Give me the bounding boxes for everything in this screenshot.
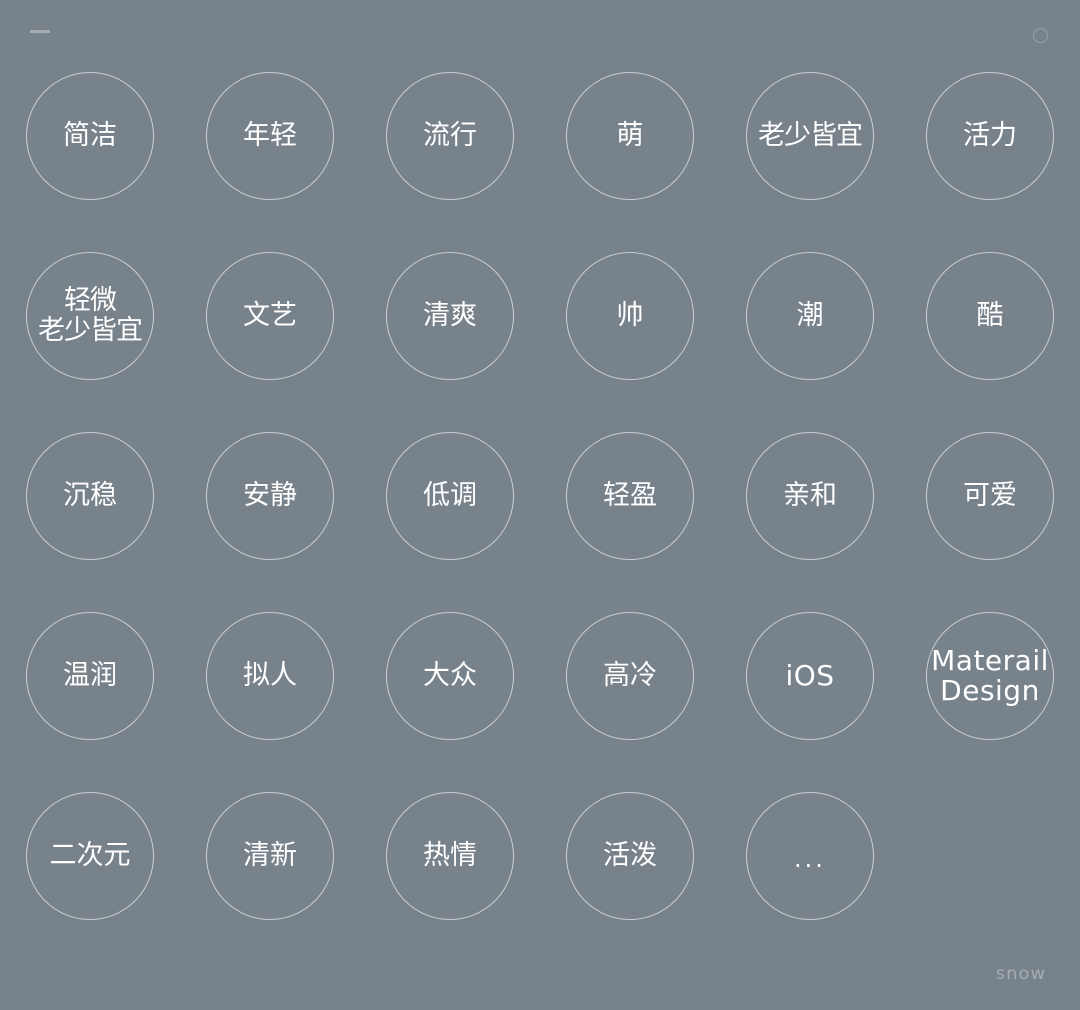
tag-label: 低调 xyxy=(423,480,477,511)
tag-label: 亲和 xyxy=(783,480,837,511)
tag-label: 沉稳 xyxy=(63,480,117,511)
tag-label: 轻微 老少皆宜 xyxy=(38,285,143,346)
tag-label: 可爱 xyxy=(963,480,1017,511)
tag-button-laoshaojieyi[interactable]: 老少皆宜 xyxy=(746,72,874,200)
tag-label: iOS xyxy=(785,659,835,692)
tag-button-ku[interactable]: 酷 xyxy=(926,252,1054,380)
tag-button-dazhong[interactable]: 大众 xyxy=(386,612,514,740)
tag-button-anjing[interactable]: 安静 xyxy=(206,432,334,560)
tag-label: 活泼 xyxy=(603,840,657,871)
tag-button-shuai[interactable]: 帅 xyxy=(566,252,694,380)
brand-watermark: snow xyxy=(995,964,1047,984)
tag-button-wenrun[interactable]: 温润 xyxy=(26,612,154,740)
tag-button-gaoleng[interactable]: 高冷 xyxy=(566,612,694,740)
tag-button-wenyi[interactable]: 文艺 xyxy=(206,252,334,380)
tag-button-chao[interactable]: 潮 xyxy=(746,252,874,380)
tag-button-erciyuan[interactable]: 二次元 xyxy=(26,792,154,920)
tag-button-liuxing[interactable]: 流行 xyxy=(386,72,514,200)
tag-label: 老少皆宜 xyxy=(758,120,863,151)
tag-button-nianqing[interactable]: 年轻 xyxy=(206,72,334,200)
tag-label: 清爽 xyxy=(423,300,477,331)
tag-button-keai[interactable]: 可爱 xyxy=(926,432,1054,560)
tag-button-niren[interactable]: 拟人 xyxy=(206,612,334,740)
tag-button-reqing[interactable]: 热情 xyxy=(386,792,514,920)
tag-button-qingxin[interactable]: 清新 xyxy=(206,792,334,920)
tag-label: 活力 xyxy=(963,120,1017,151)
tag-label: 拟人 xyxy=(243,660,297,691)
tag-button-huopo[interactable]: 活泼 xyxy=(566,792,694,920)
tag-label: 温润 xyxy=(63,660,117,691)
tag-label: 轻盈 xyxy=(603,480,657,511)
tag-label: 高冷 xyxy=(603,660,657,691)
tag-label: 清新 xyxy=(243,840,297,871)
tag-button-qingshuang[interactable]: 清爽 xyxy=(386,252,514,380)
tag-button-material-design[interactable]: Materail Design xyxy=(926,612,1054,740)
tag-button-huoli[interactable]: 活力 xyxy=(926,72,1054,200)
tag-label: 年轻 xyxy=(243,120,297,151)
tag-label: 潮 xyxy=(796,300,824,331)
tag-label: Materail Design xyxy=(931,644,1049,707)
tag-button-qingying[interactable]: 轻盈 xyxy=(566,432,694,560)
tag-label: 文艺 xyxy=(243,300,297,331)
tag-button-qinhe[interactable]: 亲和 xyxy=(746,432,874,560)
more-button[interactable]: ... xyxy=(746,792,874,920)
tag-button-didiao[interactable]: 低调 xyxy=(386,432,514,560)
tag-label: 安静 xyxy=(243,480,297,511)
tag-label: 二次元 xyxy=(49,840,131,871)
tag-button-meng[interactable]: 萌 xyxy=(566,72,694,200)
tag-label: 流行 xyxy=(423,120,477,151)
tag-label: 热情 xyxy=(423,840,477,871)
tag-label: 帅 xyxy=(616,300,644,331)
tag-button-chenwen[interactable]: 沉稳 xyxy=(26,432,154,560)
tag-label: 萌 xyxy=(616,120,644,151)
more-icon: ... xyxy=(794,845,826,873)
tag-label: 简洁 xyxy=(63,120,117,151)
minimize-icon[interactable] xyxy=(30,30,50,33)
tag-label: 大众 xyxy=(423,660,477,691)
circle-outline-icon[interactable] xyxy=(1033,28,1048,43)
tag-button-ios[interactable]: iOS xyxy=(746,612,874,740)
tag-button-qingwei-laoshaojieyi[interactable]: 轻微 老少皆宜 xyxy=(26,252,154,380)
tag-label: 酷 xyxy=(976,300,1004,331)
tag-button-jianjie[interactable]: 简洁 xyxy=(26,72,154,200)
